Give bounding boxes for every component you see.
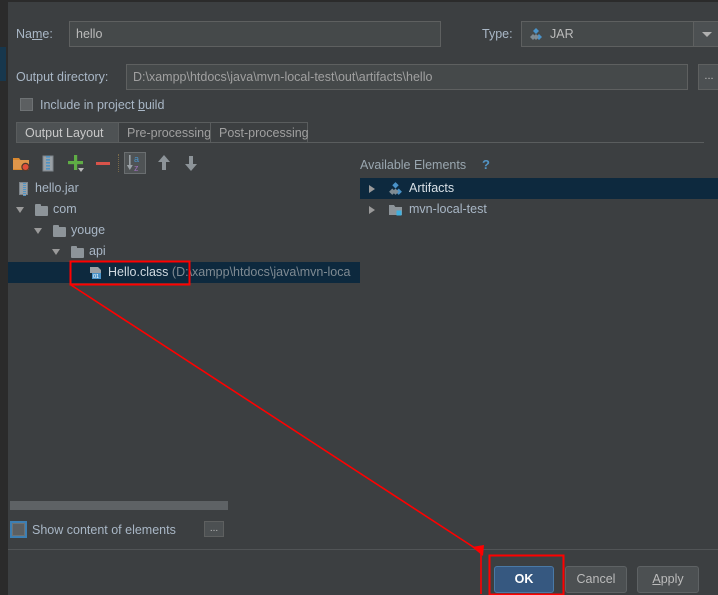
available-item-module[interactable]: mvn-local-test (360, 199, 718, 220)
module-icon (388, 202, 403, 217)
show-content-of-elements-checkbox[interactable] (10, 521, 27, 538)
tab-output-layout[interactable]: Output Layout (16, 122, 119, 143)
window-left-edge (0, 0, 8, 595)
output-layout-toolbar: a z (10, 150, 350, 176)
output-directory-row: Output directory: D:\xampp\htdocs\java\m… (16, 64, 718, 90)
available-item-artifacts[interactable]: Artifacts (360, 178, 718, 199)
tab-pre-processing[interactable]: Pre-processing (118, 122, 211, 143)
toolbar-separator (118, 154, 120, 172)
output-directory-input[interactable]: D:\xampp\htdocs\java\mvn-local-test\out\… (126, 64, 688, 90)
tabs-underline (16, 142, 704, 143)
svg-text:z: z (134, 163, 139, 173)
class-file-icon: 01 (88, 265, 103, 280)
available-elements-panel: Available Elements ? Artifacts mvn-local… (360, 152, 718, 496)
include-in-project-build-checkbox[interactable] (20, 98, 33, 111)
output-layout-tree[interactable]: hello.jar com youge api 01 Hello.class (… (8, 178, 360, 496)
svg-text:01: 01 (93, 274, 99, 280)
move-down-icon[interactable] (180, 152, 202, 174)
add-directory-icon[interactable] (10, 152, 32, 174)
tree-row[interactable]: com (8, 199, 360, 220)
remove-minus-icon[interactable] (92, 152, 114, 174)
jar-icon (16, 181, 31, 196)
chevron-down-icon[interactable] (34, 228, 42, 234)
move-up-icon[interactable] (153, 152, 175, 174)
help-icon[interactable]: ? (482, 156, 490, 174)
tree-row[interactable]: hello.jar (8, 178, 360, 199)
folder-icon (52, 223, 67, 238)
chevron-down-icon[interactable] (16, 207, 24, 213)
window-edge-accent (0, 47, 6, 81)
chevron-right-icon[interactable] (369, 206, 375, 214)
tree-item-label: youge (71, 223, 106, 237)
tree-item-label: com (53, 202, 77, 216)
annotation-arrowhead (472, 545, 484, 556)
output-directory-label: Output directory: (16, 70, 109, 84)
show-content-of-elements-label: Show content of elements (32, 523, 176, 537)
sort-az-icon[interactable]: a z (124, 152, 146, 174)
tree-row[interactable]: youge (8, 220, 360, 241)
tree-row[interactable]: api (8, 241, 360, 262)
name-label: Name: (16, 27, 53, 41)
folder-icon (70, 244, 85, 259)
scrollbar-thumb[interactable] (10, 501, 228, 510)
apply-button[interactable]: Apply (637, 566, 699, 593)
ok-button[interactable]: OK (494, 566, 554, 593)
bottom-separator (8, 549, 718, 550)
artifacts-configuration-dialog: Name: hello Type: JAR Output directory: … (0, 0, 718, 595)
name-input[interactable]: hello (69, 21, 441, 47)
chevron-down-icon[interactable] (52, 249, 60, 255)
artifact-diamond-icon (388, 181, 403, 196)
type-combobox-value: JAR (550, 27, 574, 41)
type-combobox-arrow-button[interactable] (693, 22, 718, 46)
cancel-button[interactable]: Cancel (565, 566, 627, 593)
type-combobox[interactable]: JAR (521, 21, 718, 47)
available-elements-header: Available Elements (360, 158, 467, 172)
chevron-down-icon (701, 32, 712, 37)
show-content-options-button[interactable]: ... (204, 521, 224, 537)
output-tree-horizontal-scrollbar[interactable] (10, 501, 354, 510)
folder-icon (34, 202, 49, 217)
tree-item-label: Hello.class (D:\xampp\htdocs\java\mvn-lo… (108, 265, 351, 279)
available-item-label: mvn-local-test (409, 202, 487, 216)
artifact-tabs: Output Layout Pre-processing Post-proces… (16, 122, 704, 143)
tree-item-label: hello.jar (35, 181, 79, 195)
include-in-project-build-label: Include in project build (40, 98, 165, 112)
browse-output-directory-button[interactable]: ... (698, 64, 718, 90)
add-archive-icon[interactable] (37, 152, 59, 174)
available-item-label: Artifacts (409, 181, 455, 195)
chevron-right-icon[interactable] (369, 185, 375, 193)
name-type-row: Name: hello Type: JAR (16, 21, 718, 47)
tree-item-label: api (89, 244, 106, 258)
add-plus-icon[interactable] (65, 152, 87, 174)
window-top-border (8, 0, 718, 2)
tree-row-hello-class[interactable]: 01 Hello.class (D:\xampp\htdocs\java\mvn… (8, 262, 360, 283)
type-label: Type: (482, 27, 513, 41)
tab-post-processing[interactable]: Post-processing (210, 122, 309, 143)
